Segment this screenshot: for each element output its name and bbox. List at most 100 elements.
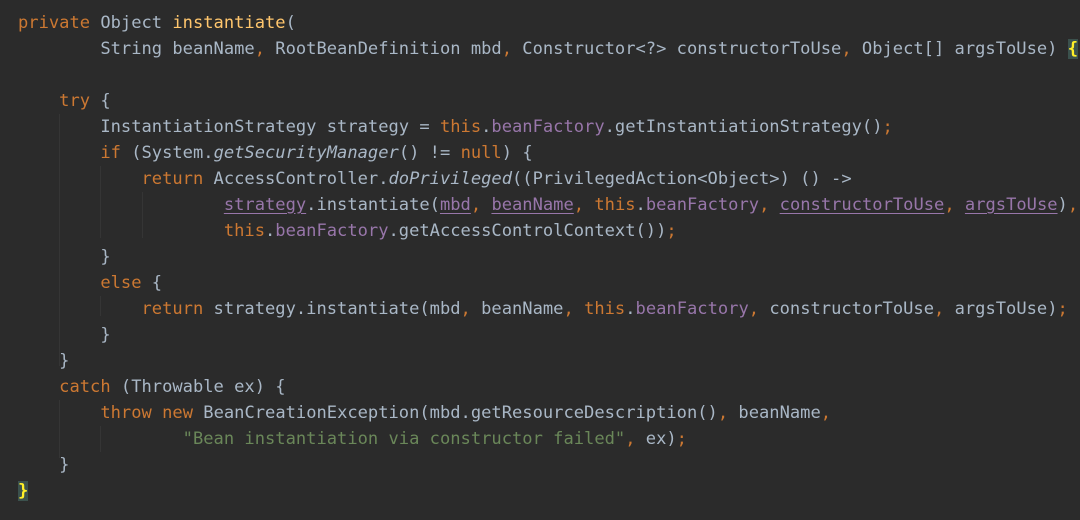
param-token: Constructor<?> constructorToUse [512,39,842,59]
code-line-content: else { [18,270,162,296]
keyword-token: if [100,143,121,163]
static-call-token: doPrivileged [388,169,513,189]
brace-token: } [18,455,70,475]
keyword-token: this [594,195,636,215]
code-token: InstantiationStrategy strategy = [18,117,440,137]
code-line-content: private Object instantiate( [18,10,296,36]
code-line[interactable]: strategy.instantiate(mbd, beanName, this… [0,192,1080,218]
code-token: argsToUse) [944,299,1058,319]
keyword-token: return [141,169,204,189]
keyword-token: this [584,299,626,319]
code-token: AccessController. [203,169,389,189]
code-line-content: return strategy.instantiate(mbd, beanNam… [18,296,1068,322]
code-token: (Throwable ex) { [110,377,286,397]
method-name-token: instantiate [172,13,286,33]
call-token: .getAccessControlContext()) [388,221,667,241]
code-token: beanName [470,299,564,319]
code-line-content: try { [18,88,111,114]
call-token: .instantiate( [306,195,440,215]
comma-token: , [944,195,955,215]
code-line[interactable]: catch (Throwable ex) { [0,374,1080,400]
keyword-token: this [223,221,265,241]
code-line[interactable]: try { [0,88,1080,114]
code-line[interactable]: InstantiationStrategy strategy = this.be… [0,114,1080,140]
comma-token: , [501,39,512,59]
code-line[interactable]: throw new BeanCreationException(mbd.getR… [0,400,1080,426]
code-line[interactable]: } [0,322,1080,348]
code-line-content: "Bean instantiation via constructor fail… [18,426,687,452]
string-literal-token: "Bean instantiation via constructor fail… [182,429,626,449]
comma-token: , [717,403,729,423]
brace-token: { [141,273,163,293]
code-line[interactable]: this.beanFactory.getAccessControlContext… [0,218,1080,244]
comma-token: , [460,299,471,319]
comma-token: , [470,195,482,215]
param-token: Object[] argsToUse) [851,39,1068,59]
code-token: beanName [728,403,821,423]
code-line[interactable]: } [0,478,1080,504]
brace-token: } [18,325,111,345]
code-token: ((PrivilegedAction<Object>) () -> [512,169,852,189]
comma-token: , [563,299,574,319]
paren-token: ) [1057,195,1068,215]
code-token: ex) [635,429,677,449]
dot-token: . [265,221,276,241]
field-token: beanFactory [491,117,605,137]
keyword-token: private [18,13,91,33]
matched-brace-token: { [1067,39,1079,59]
semicolon-token: ; [676,429,687,449]
dot-token: . [481,117,492,137]
field-token: beanFactory [635,299,749,319]
code-token: (System. [120,143,214,163]
code-line[interactable]: else { [0,270,1080,296]
code-line[interactable]: } [0,348,1080,374]
captured-var-token: mbd [439,195,471,215]
code-line-content: InstantiationStrategy strategy = this.be… [18,114,892,140]
code-token: ) { [501,143,533,163]
comma-token: , [748,299,760,319]
comma-token: , [1067,195,1079,215]
code-editor[interactable]: private Object instantiate( String beanN… [0,0,1080,520]
dot-token: . [625,299,636,319]
field-token: beanFactory [275,221,389,241]
code-line[interactable]: return AccessController.doPrivileged((Pr… [0,166,1080,192]
param-token: RootBeanDefinition mbd [265,39,502,59]
field-token: beanFactory [645,195,760,215]
code-line-content: if (System.getSecurityManager() != null)… [18,140,533,166]
keyword-token: new [162,403,193,423]
captured-var-token: strategy [223,195,307,215]
keyword-token: try [59,91,91,111]
captured-var-token: beanName [491,195,574,215]
code-line[interactable]: return strategy.instantiate(mbd, beanNam… [0,296,1080,322]
code-line[interactable]: } [0,452,1080,478]
comma-token: , [820,403,832,423]
code-line[interactable]: String beanName, RootBeanDefinition mbd,… [0,36,1080,62]
code-token: () != [398,143,461,163]
code-line[interactable]: } [0,244,1080,270]
captured-var-token: constructorToUse [779,195,945,215]
code-line[interactable]: if (System.getSecurityManager() != null)… [0,140,1080,166]
code-line-content: throw new BeanCreationException(mbd.getR… [18,400,831,426]
static-call-token: getSecurityManager [213,143,399,163]
call-token: strategy.instantiate(mbd [203,299,461,319]
code-line-content: } [18,478,29,504]
keyword-token: catch [59,377,111,397]
code-line[interactable]: private Object instantiate( [0,10,1080,36]
code-line[interactable]: "Bean instantiation via constructor fail… [0,426,1080,452]
code-line[interactable] [0,62,1080,88]
code-line-content: String beanName, RootBeanDefinition mbd,… [18,36,1079,62]
brace-token: { [90,91,111,111]
code-line-content: this.beanFactory.getAccessControlContext… [18,218,677,244]
